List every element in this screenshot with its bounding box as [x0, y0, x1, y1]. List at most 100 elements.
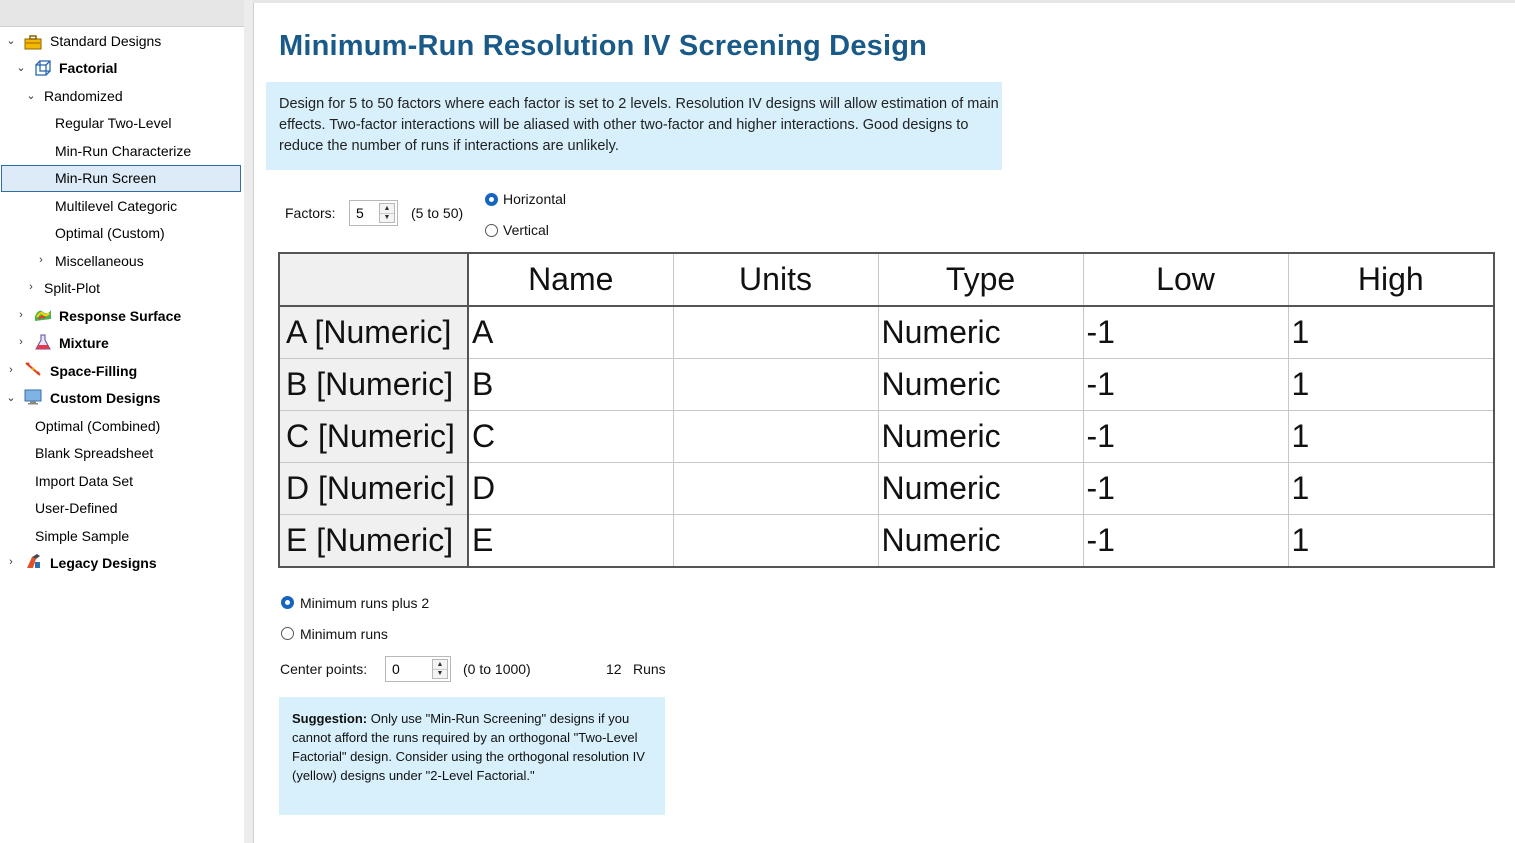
cell-units[interactable]	[672, 462, 879, 515]
tree-item-miscellaneous[interactable]: Miscellaneous	[55, 248, 144, 274]
cell-name[interactable]: B	[467, 358, 674, 411]
column-header-high[interactable]: High	[1287, 252, 1495, 307]
cell-units[interactable]	[672, 514, 879, 568]
tree-item-response-surface[interactable]: Response Surface	[34, 303, 181, 329]
table-row: A [Numeric] A Numeric -1 1	[278, 305, 1495, 359]
tree-item-min-run-characterize[interactable]: Min-Run Characterize	[55, 138, 191, 164]
tree-item-label: Min-Run Characterize	[55, 143, 192, 159]
cell-type[interactable]: Numeric	[877, 514, 1084, 568]
factors-label: Factors:	[285, 205, 336, 221]
minimum-runs-label[interactable]: Minimum runs	[300, 626, 388, 642]
column-header-units[interactable]: Units	[672, 252, 879, 307]
column-header-type[interactable]: Type	[877, 252, 1084, 307]
stepper-buttons: ▲ ▼	[432, 659, 448, 679]
horizontal-radio[interactable]	[485, 193, 498, 206]
cell-high[interactable]: 1	[1287, 514, 1495, 568]
cell-low[interactable]: -1	[1082, 358, 1289, 411]
tree-item-label: Import Data Set	[35, 473, 134, 489]
tree-item-simple-sample[interactable]: Simple Sample	[35, 523, 129, 549]
tree-item-label: Min-Run Screen	[55, 170, 157, 186]
cell-high[interactable]: 1	[1287, 358, 1495, 411]
tree-item-label: Miscellaneous	[55, 253, 144, 269]
cell-low[interactable]: -1	[1082, 305, 1289, 359]
tree-item-label: Legacy Designs	[50, 555, 157, 571]
factors-value: 5	[356, 205, 364, 221]
chevron-right-icon[interactable]: ›	[15, 336, 27, 348]
cell-low[interactable]: -1	[1082, 514, 1289, 568]
splitter[interactable]	[244, 0, 254, 843]
chevron-down-icon[interactable]: ⌄	[15, 61, 27, 74]
column-header-low[interactable]: Low	[1082, 252, 1289, 307]
tree-item-min-run-screen[interactable]: Min-Run Screen	[1, 165, 241, 192]
cell-units[interactable]	[672, 305, 879, 359]
column-header-name[interactable]: Name	[467, 252, 674, 307]
tree-item-custom-designs[interactable]: Custom Designs	[24, 385, 160, 411]
chevron-right-icon[interactable]: ›	[35, 254, 47, 266]
tree-item-label: Optimal (Custom)	[55, 225, 165, 241]
tree-item-regular-two-level[interactable]: Regular Two-Level	[55, 110, 171, 136]
cell-high[interactable]: 1	[1287, 410, 1495, 463]
table-row: B [Numeric] B Numeric -1 1	[278, 358, 1495, 411]
cell-name[interactable]: E	[467, 514, 674, 568]
tree-item-blank-spreadsheet[interactable]: Blank Spreadsheet	[35, 440, 153, 466]
cell-type[interactable]: Numeric	[877, 462, 1084, 515]
horizontal-label[interactable]: Horizontal	[503, 191, 566, 207]
chevron-right-icon[interactable]: ›	[15, 309, 27, 321]
cell-low[interactable]: -1	[1082, 462, 1289, 515]
chevron-down-icon[interactable]: ⌄	[5, 391, 17, 404]
cell-low[interactable]: -1	[1082, 410, 1289, 463]
tree-item-optimal-custom[interactable]: Optimal (Custom)	[55, 220, 165, 246]
cell-high[interactable]: 1	[1287, 305, 1495, 359]
tree-item-optimal-combined[interactable]: Optimal (Combined)	[35, 413, 160, 439]
tree-item-import-data-set[interactable]: Import Data Set	[35, 468, 133, 494]
tree-item-user-defined[interactable]: User-Defined	[35, 495, 117, 521]
cell-type[interactable]: Numeric	[877, 410, 1084, 463]
chevron-right-icon[interactable]: ›	[25, 281, 37, 293]
tree-item-label: Response Surface	[59, 308, 182, 324]
tree-item-factorial[interactable]: Factorial	[34, 55, 117, 81]
tree-item-standard-designs[interactable]: Standard Designs	[24, 28, 161, 54]
stepper-down-icon[interactable]: ▼	[380, 213, 394, 222]
cell-type[interactable]: Numeric	[877, 358, 1084, 411]
space-filling-icon	[25, 362, 41, 376]
minimum-runs-plus-2-label[interactable]: Minimum runs plus 2	[300, 595, 429, 611]
factors-stepper[interactable]: 5 ▲ ▼	[349, 200, 398, 226]
stepper-buttons: ▲ ▼	[379, 203, 395, 223]
cell-units[interactable]	[672, 358, 879, 411]
tree-item-randomized[interactable]: Randomized	[44, 83, 123, 109]
cell-name[interactable]: A	[467, 305, 674, 359]
tree-item-label: Space-Filling	[50, 363, 138, 379]
vertical-radio[interactable]	[485, 224, 498, 237]
chevron-down-icon[interactable]: ⌄	[25, 89, 37, 102]
cell-name[interactable]: C	[467, 410, 674, 463]
suggestion-heading: Suggestion:	[292, 711, 368, 726]
cell-units[interactable]	[672, 410, 879, 463]
top-border	[253, 0, 1515, 3]
runs-label: Runs	[633, 661, 666, 677]
cell-name[interactable]: D	[467, 462, 674, 515]
tree-item-multilevel-categoric[interactable]: Multilevel Categoric	[55, 193, 177, 219]
tree-item-space-filling[interactable]: Space-Filling	[24, 358, 137, 384]
center-points-stepper[interactable]: 0 ▲ ▼	[385, 656, 451, 682]
cell-type[interactable]: Numeric	[877, 305, 1084, 359]
chevron-right-icon[interactable]: ›	[5, 556, 17, 568]
vertical-label[interactable]: Vertical	[503, 222, 549, 238]
tree-item-split-plot[interactable]: Split-Plot	[44, 275, 100, 301]
minimum-runs-radio[interactable]	[281, 627, 294, 640]
row-header: C [Numeric]	[278, 410, 469, 463]
minimum-runs-plus-2-radio[interactable]	[281, 596, 294, 609]
tree-item-label: Standard Designs	[50, 33, 162, 49]
description-text: Design for 5 to 50 factors where each fa…	[279, 96, 999, 154]
tree-item-mixture[interactable]: Mixture	[34, 330, 109, 356]
tree-item-label: Simple Sample	[35, 528, 130, 544]
tree-item-label: Optimal (Combined)	[35, 418, 161, 434]
tree-item-label: Multilevel Categoric	[55, 198, 178, 214]
center-points-label: Center points:	[280, 661, 368, 677]
chevron-right-icon[interactable]: ›	[5, 364, 17, 376]
center-points-value: 0	[392, 661, 400, 677]
cell-high[interactable]: 1	[1287, 462, 1495, 515]
stepper-down-icon[interactable]: ▼	[433, 669, 447, 678]
response-surface-icon	[35, 310, 51, 321]
chevron-down-icon[interactable]: ⌄	[5, 34, 17, 47]
tree-item-legacy-designs[interactable]: Legacy Designs	[24, 550, 157, 576]
